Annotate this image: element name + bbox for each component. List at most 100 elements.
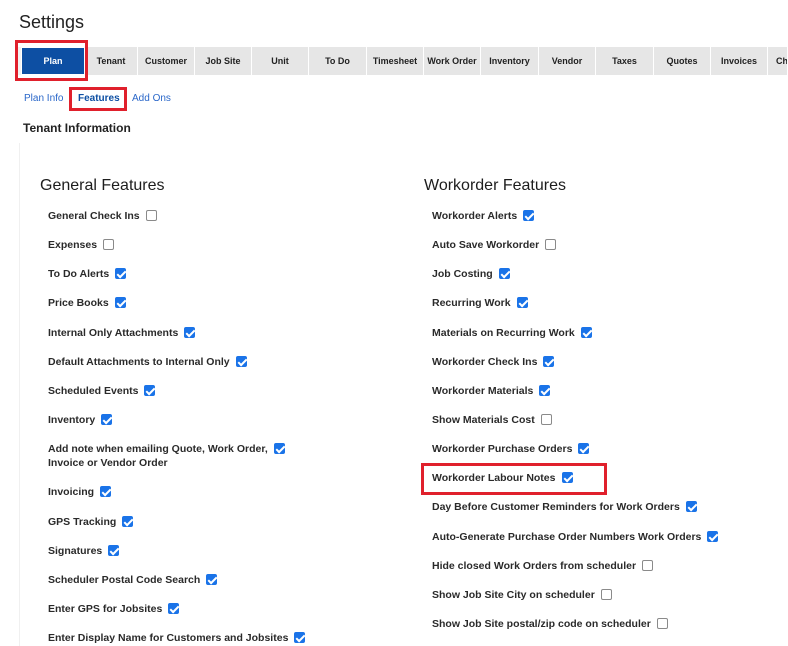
tab-timesheet[interactable]: Timesheet (367, 47, 424, 75)
feature-checkbox[interactable] (145, 209, 157, 221)
feature-workorder-alerts: Workorder Alerts (432, 209, 535, 223)
highlight-plan-tab (15, 40, 88, 81)
feature-enter-display-name-for-customers-and-jobsites: Enter Display Name for Customers and Job… (48, 631, 306, 645)
sublink-plan-info[interactable]: Plan Info (24, 93, 63, 104)
feature-checkbox[interactable] (580, 326, 592, 338)
feature-checkbox[interactable] (144, 384, 156, 396)
feature-checkbox[interactable] (122, 515, 134, 527)
feature-auto-save-workorder: Auto Save Workorder (432, 238, 557, 252)
feature-checkbox[interactable] (707, 530, 719, 542)
section-heading: Tenant Information (23, 121, 131, 135)
feature-label: Auto-Generate Purchase Order Numbers Wor… (432, 531, 702, 543)
workorder-features-title: Workorder Features (424, 177, 566, 194)
feature-label: Workorder Alerts (432, 210, 518, 222)
feature-label: Default Attachments to Internal Only (48, 356, 230, 368)
tab-tenant[interactable]: Tenant (85, 47, 138, 75)
feature-label: Scheduled Events (48, 385, 139, 397)
feature-label: Price Books (48, 297, 109, 309)
feature-workorder-purchase-orders: Workorder Purchase Orders (432, 442, 590, 456)
feature-checkbox[interactable] (578, 442, 590, 454)
feature-workorder-materials: Workorder Materials (432, 384, 551, 398)
feature-general-check-ins: General Check Ins (48, 209, 157, 223)
feature-default-attachments-to-internal-only: Default Attachments to Internal Only (48, 355, 247, 369)
feature-checkbox[interactable] (523, 209, 535, 221)
feature-checkbox[interactable] (101, 413, 113, 425)
feature-materials-on-recurring-work: Materials on Recurring Work (432, 326, 592, 340)
feature-label: Inventory (48, 414, 96, 426)
feature-expenses: Expenses (48, 238, 115, 252)
feature-checkbox[interactable] (114, 296, 126, 308)
tab-job-site[interactable]: Job Site (195, 47, 252, 75)
feature-enter-gps-for-jobsites: Enter GPS for Jobsites (48, 602, 180, 616)
settings-tabs: Plan Tenant Customer Job Site Unit To Do… (18, 47, 788, 75)
feature-recurring-work: Recurring Work (432, 296, 528, 310)
feature-label: Scheduler Postal Code Search (48, 574, 201, 586)
feature-checkbox[interactable] (642, 559, 654, 571)
feature-show-materials-cost: Show Materials Cost (432, 413, 552, 427)
feature-label: Add note when emailing Quote, Work Order… (48, 443, 268, 455)
tab-invoices[interactable]: Invoices (711, 47, 768, 75)
feature-checkbox[interactable] (685, 500, 697, 512)
feature-label: Show Materials Cost (432, 414, 535, 426)
feature-checkbox[interactable] (103, 238, 115, 250)
feature-label: Materials on Recurring Work (432, 327, 575, 339)
feature-checkbox[interactable] (516, 296, 528, 308)
highlight-labour-notes (421, 463, 607, 495)
feature-label: Workorder Purchase Orders (432, 443, 573, 455)
tab-inventory[interactable]: Inventory (481, 47, 539, 75)
sublink-add-ons[interactable]: Add Ons (132, 93, 171, 104)
feature-checkbox[interactable] (273, 442, 285, 454)
feature-label: Internal Only Attachments (48, 327, 179, 339)
feature-add-note-when-emailing-quote-work-order: Add note when emailing Quote, Work Order… (48, 442, 285, 470)
feature-to-do-alerts: To Do Alerts (48, 267, 127, 281)
feature-checkbox[interactable] (100, 485, 112, 497)
highlight-features-link (69, 87, 127, 111)
feature-scheduled-events: Scheduled Events (48, 384, 156, 398)
feature-checkbox[interactable] (115, 267, 127, 279)
feature-label: Workorder Check Ins (432, 356, 538, 368)
feature-label: Workorder Materials (432, 385, 534, 397)
feature-hide-closed-work-orders-from-scheduler: Hide closed Work Orders from scheduler (432, 559, 654, 573)
feature-label: Enter GPS for Jobsites (48, 603, 163, 615)
tab-ch[interactable]: Ch (768, 47, 788, 75)
feature-gps-tracking: GPS Tracking (48, 515, 134, 529)
feature-label: Signatures (48, 545, 103, 557)
feature-checkbox[interactable] (206, 573, 218, 585)
feature-checkbox[interactable] (235, 355, 247, 367)
feature-label: General Check Ins (48, 210, 140, 222)
tab-work-order[interactable]: Work Order (424, 47, 481, 75)
feature-workorder-check-ins: Workorder Check Ins (432, 355, 555, 369)
feature-label: Recurring Work (432, 297, 511, 309)
feature-checkbox[interactable] (498, 267, 510, 279)
feature-checkbox[interactable] (543, 355, 555, 367)
feature-checkbox[interactable] (540, 413, 552, 425)
feature-price-books: Price Books (48, 296, 126, 310)
feature-signatures: Signatures (48, 544, 120, 558)
feature-label: Job Costing (432, 268, 493, 280)
feature-job-costing: Job Costing (432, 267, 510, 281)
tab-unit[interactable]: Unit (252, 47, 309, 75)
feature-inventory: Inventory (48, 413, 113, 427)
tab-taxes[interactable]: Taxes (596, 47, 654, 75)
feature-label: Enter Display Name for Customers and Job… (48, 632, 289, 644)
tab-vendor[interactable]: Vendor (539, 47, 596, 75)
feature-checkbox[interactable] (539, 384, 551, 396)
feature-label: Expenses (48, 239, 98, 251)
page-title: Settings (19, 12, 85, 32)
feature-internal-only-attachments: Internal Only Attachments (48, 326, 196, 340)
feature-show-job-site-city-on-scheduler: Show Job Site City on scheduler (432, 588, 612, 602)
feature-label: Invoicing (48, 486, 95, 498)
feature-checkbox[interactable] (294, 631, 306, 643)
feature-checkbox[interactable] (545, 238, 557, 250)
tab-to-do[interactable]: To Do (309, 47, 367, 75)
feature-label: To Do Alerts (48, 268, 110, 280)
feature-checkbox[interactable] (600, 588, 612, 600)
feature-label: Show Job Site postal/zip code on schedul… (432, 618, 651, 630)
feature-checkbox[interactable] (184, 326, 196, 338)
feature-day-before-customer-reminders-for-work-orders: Day Before Customer Reminders for Work O… (432, 500, 697, 514)
feature-checkbox[interactable] (656, 617, 668, 629)
tab-quotes[interactable]: Quotes (654, 47, 711, 75)
feature-checkbox[interactable] (168, 602, 180, 614)
feature-checkbox[interactable] (108, 544, 120, 556)
tab-customer[interactable]: Customer (138, 47, 195, 75)
